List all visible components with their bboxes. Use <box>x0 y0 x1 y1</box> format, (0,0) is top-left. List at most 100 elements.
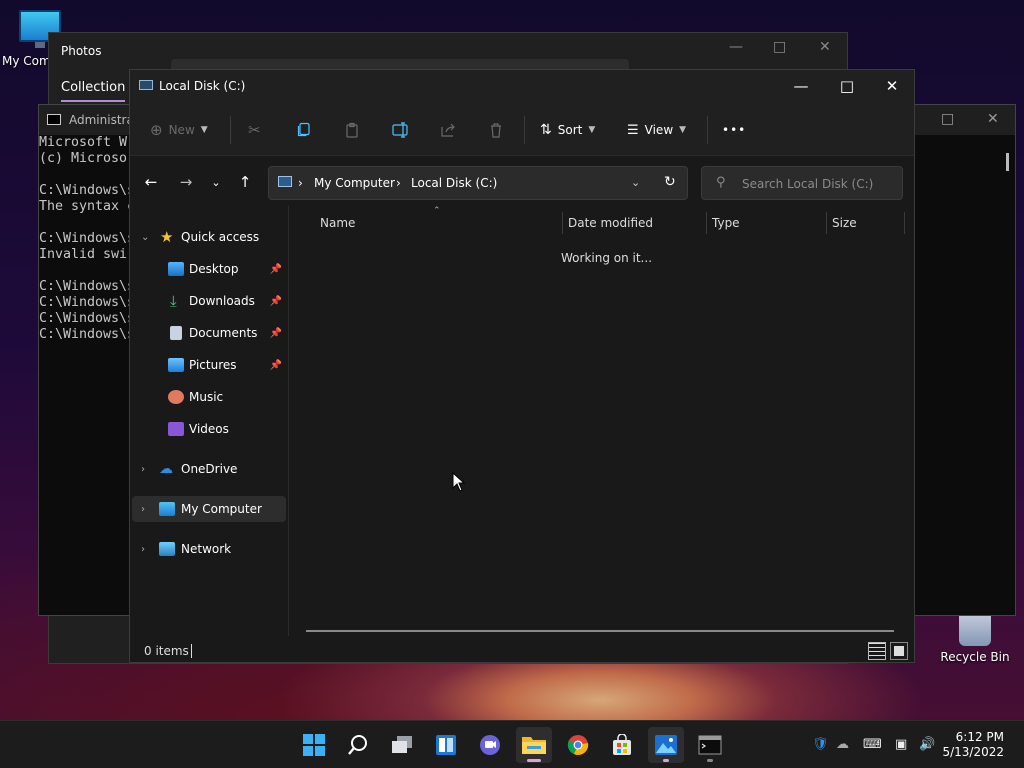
column-header-name[interactable]: Name <box>320 216 355 230</box>
forward-button[interactable]: → <box>174 172 198 192</box>
sidebar-item-quick-access[interactable]: ⌄ ★ Quick access <box>132 224 286 250</box>
picture-icon <box>168 358 184 372</box>
address-dropdown-button[interactable]: ⌄ <box>631 176 640 189</box>
sort-ascending-icon: ⌃ <box>433 206 441 216</box>
chevron-down-icon[interactable]: ⌄ <box>141 232 149 243</box>
status-divider <box>191 644 192 658</box>
widgets-button[interactable] <box>428 727 464 763</box>
sidebar-item-music[interactable]: Music <box>132 384 286 410</box>
details-view-button[interactable] <box>868 642 886 660</box>
column-separator[interactable] <box>706 212 707 234</box>
network-status-icon[interactable]: ▣ <box>895 737 907 752</box>
copy-button[interactable] <box>296 118 312 142</box>
photos-icon <box>655 735 677 755</box>
rename-button[interactable] <box>392 118 410 142</box>
mouse-cursor <box>452 471 466 495</box>
sidebar-item-label: Network <box>181 542 232 556</box>
close-button[interactable]: ✕ <box>987 111 999 127</box>
pin-icon[interactable]: 📌 <box>270 264 282 275</box>
explorer-titlebar[interactable]: Local Disk (C:) — □ ✕ <box>130 70 914 102</box>
column-header-date-modified[interactable]: Date modified <box>568 216 653 230</box>
teams-chat-button[interactable] <box>472 727 508 763</box>
pin-icon[interactable]: 📌 <box>270 328 282 339</box>
active-indicator <box>663 759 669 762</box>
more-options-button[interactable]: ••• <box>722 118 746 142</box>
keyboard-icon[interactable]: ⌨ <box>863 737 882 752</box>
cmd-scrollbar[interactable] <box>1006 153 1009 171</box>
refresh-button[interactable]: ↻ <box>664 174 676 190</box>
terminal-taskbar-button[interactable] <box>692 727 728 763</box>
chevron-right-icon[interactable]: › <box>141 504 145 515</box>
file-explorer-window[interactable]: Local Disk (C:) — □ ✕ ⊕ New ▼ ✂ ⇅ Sort ▼… <box>129 69 915 663</box>
security-shield-icon[interactable]: 🛡 <box>812 737 829 752</box>
sidebar-item-label: Downloads <box>189 294 255 308</box>
sidebar-item-network[interactable]: › Network <box>132 536 286 562</box>
close-button[interactable]: ✕ <box>819 39 831 55</box>
clock[interactable]: 6:12 PM 5/13/2022 <box>942 730 1004 760</box>
pin-icon[interactable]: 📌 <box>270 360 282 371</box>
recent-locations-button[interactable]: ⌄ <box>204 172 228 192</box>
column-header-size[interactable]: Size <box>832 216 857 230</box>
view-button[interactable]: ☰ View ▼ <box>627 118 686 142</box>
cloud-icon: ☁ <box>159 461 173 477</box>
minimize-button[interactable]: — <box>778 70 824 102</box>
sidebar-item-downloads[interactable]: ⤓ Downloads 📌 <box>132 288 286 314</box>
task-view-icon <box>392 736 412 753</box>
minimize-button[interactable]: — <box>729 39 743 55</box>
share-button[interactable] <box>440 118 456 142</box>
start-button[interactable] <box>296 727 332 763</box>
close-button[interactable]: ✕ <box>869 70 915 102</box>
column-separator[interactable] <box>826 212 827 234</box>
breadcrumb-local-disk[interactable]: Local Disk (C:) <box>411 176 497 190</box>
maximize-button[interactable]: □ <box>824 70 870 102</box>
column-separator[interactable] <box>562 212 563 234</box>
sidebar-item-documents[interactable]: Documents 📌 <box>132 320 286 346</box>
sidebar-item-label: Videos <box>189 422 229 436</box>
chevron-right-icon[interactable]: › <box>141 544 145 555</box>
download-icon: ⤓ <box>170 292 177 310</box>
search-button[interactable] <box>340 727 376 763</box>
sidebar-item-pictures[interactable]: Pictures 📌 <box>132 352 286 378</box>
tab-collection[interactable]: Collection <box>61 80 126 102</box>
store-button[interactable] <box>604 727 640 763</box>
cut-button[interactable]: ✂ <box>248 118 261 142</box>
status-bar: 0 items <box>130 640 914 664</box>
sidebar-item-my-computer[interactable]: › My Computer <box>132 496 286 522</box>
view-icon: ☰ <box>627 122 639 138</box>
sidebar-item-desktop[interactable]: Desktop 📌 <box>132 256 286 282</box>
delete-button[interactable] <box>488 118 504 142</box>
cloud-offline-icon[interactable]: ☁ <box>836 737 849 752</box>
column-header-type[interactable]: Type <box>712 216 740 230</box>
sidebar-item-label: Quick access <box>181 230 260 244</box>
copy-icon <box>297 122 310 137</box>
file-explorer-taskbar-button[interactable] <box>516 727 552 763</box>
maximize-button[interactable]: □ <box>941 111 954 127</box>
search-box[interactable]: ⚲ Search Local Disk (C:) <box>701 166 903 200</box>
volume-icon[interactable]: 🔊 <box>919 737 935 752</box>
pin-icon[interactable]: 📌 <box>270 296 282 307</box>
sidebar-item-onedrive[interactable]: › ☁ OneDrive <box>132 456 286 482</box>
photos-taskbar-button[interactable] <box>648 727 684 763</box>
back-button[interactable]: ← <box>139 172 163 192</box>
column-separator[interactable] <box>904 212 905 234</box>
maximize-button[interactable]: □ <box>773 39 786 55</box>
up-button[interactable]: ↑ <box>233 172 257 192</box>
chevron-right-icon[interactable]: › <box>141 464 145 475</box>
breadcrumb-my-computer[interactable]: My Computer <box>314 176 395 190</box>
horizontal-scrollbar[interactable] <box>306 630 894 632</box>
sort-button[interactable]: ⇅ Sort ▼ <box>540 118 595 142</box>
window-title: Local Disk (C:) <box>159 79 246 93</box>
sidebar-item-label: Music <box>189 390 224 404</box>
pane-divider[interactable] <box>288 206 289 636</box>
paste-button[interactable] <box>344 118 360 142</box>
sidebar-item-videos[interactable]: Videos <box>132 416 286 442</box>
new-button[interactable]: ⊕ New ▼ <box>150 118 208 142</box>
large-icons-view-button[interactable] <box>890 642 908 660</box>
file-list[interactable]: ⌃ Name Date modified Type Size Working o… <box>290 206 914 636</box>
chrome-button[interactable] <box>560 727 596 763</box>
address-bar[interactable]: › My Computer › Local Disk (C:) ⌄ ↻ <box>268 166 688 200</box>
music-icon <box>168 390 184 404</box>
desktop-icon-recycle-bin[interactable]: Recycle Bin <box>935 612 1015 664</box>
running-indicator <box>707 759 713 762</box>
task-view-button[interactable] <box>384 727 420 763</box>
